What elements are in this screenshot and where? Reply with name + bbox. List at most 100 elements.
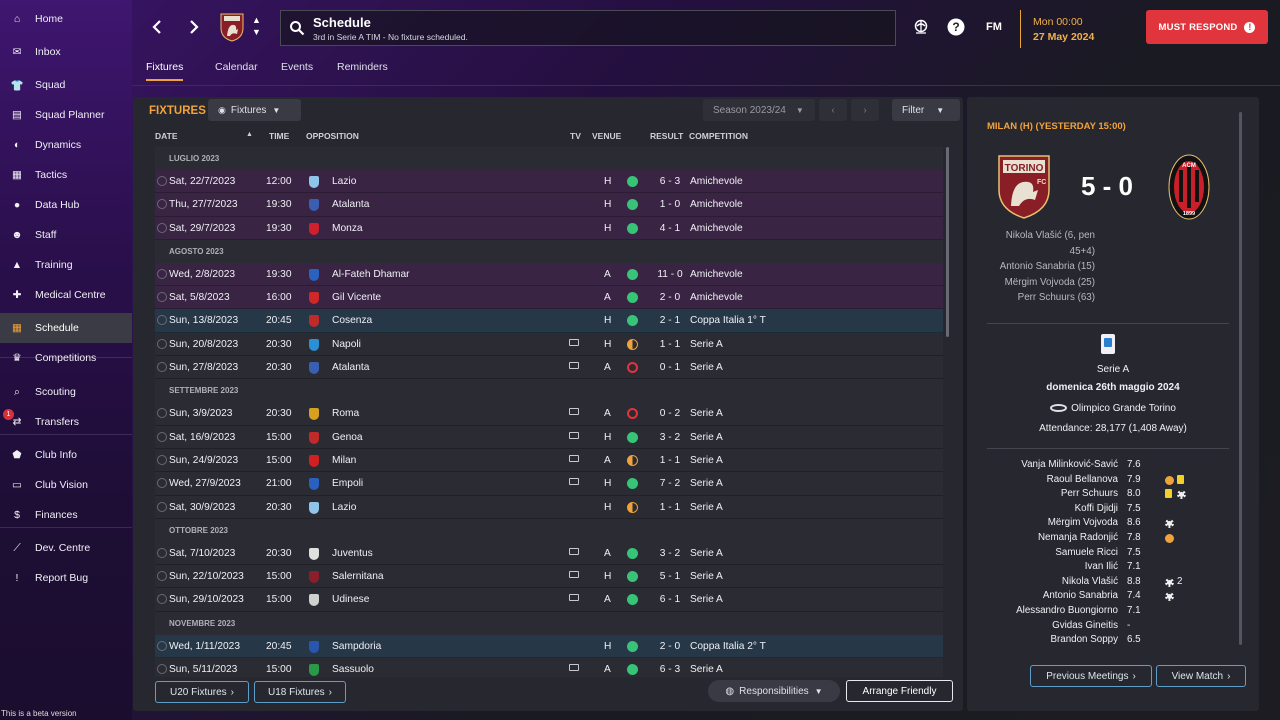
- sidebar-item-home[interactable]: ⌂ Home: [0, 4, 132, 34]
- sidebar-item-squad-planner[interactable]: ▤ Squad Planner: [0, 100, 132, 130]
- fixture-row[interactable]: Sat, 5/8/2023 16:00 Gil Vicente A 2 - 0 Amich…: [155, 286, 943, 310]
- fixture-opposition[interactable]: Napoli: [332, 339, 361, 350]
- fixture-opposition[interactable]: Lazio: [332, 176, 356, 187]
- sidebar-item-tactics[interactable]: ▦ Tactics: [0, 160, 132, 190]
- sidebar-item-training[interactable]: ▲ Training: [0, 250, 132, 280]
- must-respond-button[interactable]: MUST RESPOND !: [1146, 10, 1268, 44]
- player-rating-row[interactable]: Antonio Sanabria 7.4: [987, 590, 1237, 604]
- club-crest-icon[interactable]: [220, 12, 244, 42]
- sidebar-item-report-bug[interactable]: ! Report Bug: [0, 563, 132, 593]
- sidebar-item-data-hub[interactable]: ● Data Hub: [0, 190, 132, 220]
- panel-scrollbar[interactable]: [1239, 112, 1242, 645]
- col-result[interactable]: RESULT: [650, 131, 683, 141]
- back-button[interactable]: [146, 14, 168, 40]
- sidebar-item-finances[interactable]: $ Finances: [0, 500, 132, 530]
- player-rating-row[interactable]: Perr Schuurs 8.0: [987, 488, 1237, 502]
- tab-calendar[interactable]: Calendar: [215, 61, 258, 79]
- sidebar-item-dynamics[interactable]: ◐ Dynamics: [0, 130, 132, 160]
- player-rating-row[interactable]: Nemanja Radonjić 7.8: [987, 532, 1237, 546]
- tab-reminders[interactable]: Reminders: [337, 61, 388, 79]
- fixture-row[interactable]: Thu, 27/7/2023 19:30 Atalanta H 1 - 0 Amichev…: [155, 193, 943, 217]
- col-date[interactable]: DATE: [155, 131, 178, 141]
- tab-fixtures[interactable]: Fixtures: [146, 61, 184, 81]
- match-stadium[interactable]: Olimpico Grande Torino: [967, 403, 1259, 414]
- fixture-row[interactable]: Sun, 22/10/2023 15:00 Salernitana H 5 - 1 Ser…: [155, 565, 943, 589]
- player-rating-row[interactable]: Alessandro Buongiorno 7.1: [987, 605, 1237, 619]
- fixture-opposition[interactable]: Salernitana: [332, 571, 384, 582]
- fixture-row[interactable]: Sat, 30/9/2023 20:30 Lazio H 1 - 1 Serie A: [155, 495, 943, 519]
- help-icon[interactable]: ?: [947, 18, 965, 36]
- fixture-opposition[interactable]: Atalanta: [332, 362, 369, 373]
- fixture-opposition[interactable]: Al-Fateh Dhamar: [332, 269, 410, 280]
- fixture-opposition[interactable]: Roma: [332, 408, 359, 419]
- view-match-button[interactable]: View Match ›: [1156, 665, 1246, 687]
- u20-fixtures-button[interactable]: U20 Fixtures ›: [155, 681, 249, 703]
- fixture-opposition[interactable]: Lazio: [332, 502, 356, 513]
- fixtures-view-dropdown[interactable]: ◉ Fixtures ▼: [208, 99, 301, 121]
- fixture-opposition[interactable]: Gil Vicente: [332, 292, 381, 303]
- player-rating-row[interactable]: Samuele Ricci 7.5: [987, 547, 1237, 561]
- fixture-row[interactable]: Wed, 27/9/2023 21:00 Empoli H 7 - 2 Serie A: [155, 472, 943, 496]
- sidebar-item-medical-centre[interactable]: ✚ Medical Centre: [0, 280, 132, 310]
- fixture-opposition[interactable]: Sampdoria: [332, 641, 381, 652]
- sidebar-item-scouting[interactable]: ⌕ Scouting: [0, 377, 132, 407]
- player-rating-row[interactable]: Brandon Soppy 6.5: [987, 634, 1237, 648]
- game-date[interactable]: Mon 00:00 27 May 2024: [1020, 10, 1132, 48]
- sidebar-item-dev-centre[interactable]: ⟋ Dev. Centre: [0, 533, 132, 563]
- fixture-row[interactable]: Sun, 24/9/2023 15:00 Milan A 1 - 1 Serie A: [155, 448, 943, 473]
- fixture-row[interactable]: Sun, 13/8/2023 20:45 Cosenza H 2 - 1 Coppa It…: [155, 309, 943, 333]
- player-rating-row[interactable]: Mërgim Vojvoda 8.6: [987, 517, 1237, 531]
- fixture-row[interactable]: Sat, 7/10/2023 20:30 Juventus A 3 - 2 Serie A: [155, 541, 943, 566]
- fixture-row[interactable]: Wed, 2/8/2023 19:30 Al-Fateh Dhamar A 11 - 0…: [155, 262, 943, 287]
- fixture-row[interactable]: Sun, 27/8/2023 20:30 Atalanta A 0 - 1 Serie A: [155, 356, 943, 380]
- fm-menu-button[interactable]: FM: [983, 18, 1005, 36]
- fixture-opposition[interactable]: Monza: [332, 223, 363, 234]
- player-rating-row[interactable]: Nikola Vlašić 8.8 2: [987, 576, 1237, 590]
- sidebar-item-staff[interactable]: ☻ Staff: [0, 220, 132, 250]
- u18-fixtures-button[interactable]: U18 Fixtures ›: [254, 681, 346, 703]
- fixture-opposition[interactable]: Cosenza: [332, 315, 372, 326]
- sidebar-item-club-info[interactable]: ⬟ Club Info: [0, 440, 132, 470]
- fixture-opposition[interactable]: Atalanta: [332, 199, 369, 210]
- filter-button[interactable]: Filter ▼: [892, 99, 960, 121]
- sidebar-item-transfers[interactable]: ⇄ Transfers 1: [0, 407, 132, 437]
- fixture-opposition[interactable]: Sassuolo: [332, 664, 374, 675]
- col-competition[interactable]: COMPETITION: [689, 131, 748, 141]
- fixture-row[interactable]: Sun, 20/8/2023 20:30 Napoli H 1 - 1 Serie A: [155, 332, 943, 357]
- sidebar-item-competitions[interactable]: ♛ Competitions: [0, 343, 132, 373]
- fixture-row[interactable]: Sun, 3/9/2023 20:30 Roma A 0 - 2 Serie A: [155, 402, 943, 426]
- club-switch-arrows-icon[interactable]: ▲ ▼: [252, 14, 261, 38]
- season-prev-button[interactable]: ‹: [819, 99, 847, 121]
- fixture-opposition[interactable]: Milan: [332, 455, 356, 466]
- fixture-row[interactable]: Sun, 5/11/2023 15:00 Sassuolo A 6 - 3 Serie A: [155, 658, 943, 677]
- player-rating-row[interactable]: Gvidas Gineitis -: [987, 620, 1237, 634]
- fixture-row[interactable]: Wed, 1/11/2023 20:45 Sampdoria H 2 - 0 Coppa …: [155, 634, 943, 659]
- season-dropdown[interactable]: Season 2023/24 ▼: [703, 99, 815, 121]
- sidebar-item-schedule[interactable]: ▦ Schedule: [0, 313, 132, 343]
- player-rating-row[interactable]: Ivan Ilić 7.1: [987, 561, 1237, 575]
- fixture-opposition[interactable]: Genoa: [332, 432, 363, 443]
- col-tv[interactable]: TV: [570, 131, 581, 141]
- fixture-opposition[interactable]: Udinese: [332, 594, 369, 605]
- sidebar-item-inbox[interactable]: ✉ Inbox: [0, 37, 132, 67]
- fixtures-scrollbar[interactable]: [946, 147, 949, 337]
- fixture-opposition[interactable]: Juventus: [332, 548, 373, 559]
- world-icon[interactable]: [912, 18, 930, 36]
- sidebar-item-club-vision[interactable]: ▭ Club Vision: [0, 470, 132, 500]
- match-competition[interactable]: Serie A: [967, 364, 1259, 375]
- fixture-row[interactable]: Sat, 29/7/2023 19:30 Monza H 4 - 1 Amichevole: [155, 216, 943, 240]
- previous-meetings-button[interactable]: Previous Meetings ›: [1030, 665, 1152, 687]
- tab-events[interactable]: Events: [281, 61, 313, 79]
- forward-button[interactable]: [183, 14, 205, 40]
- sidebar-item-squad[interactable]: 👕 Squad: [0, 70, 132, 100]
- responsibilities-button[interactable]: ◍ Responsibilities ▼: [708, 680, 840, 702]
- player-rating-row[interactable]: Vanja Milinković-Savić 7.6: [987, 459, 1237, 473]
- fixture-row[interactable]: Sat, 16/9/2023 15:00 Genoa H 3 - 2 Serie A: [155, 425, 943, 449]
- player-rating-row[interactable]: Raoul Bellanova 7.9: [987, 474, 1237, 488]
- page-header-box[interactable]: Schedule 3rd in Serie A TIM - No fixture…: [280, 10, 896, 46]
- col-opposition[interactable]: OPPOSITION: [306, 131, 359, 141]
- season-next-button[interactable]: ›: [851, 99, 879, 121]
- player-rating-row[interactable]: Koffi Djidji 7.5: [987, 503, 1237, 517]
- col-venue[interactable]: VENUE: [592, 131, 621, 141]
- fixture-opposition[interactable]: Empoli: [332, 478, 363, 489]
